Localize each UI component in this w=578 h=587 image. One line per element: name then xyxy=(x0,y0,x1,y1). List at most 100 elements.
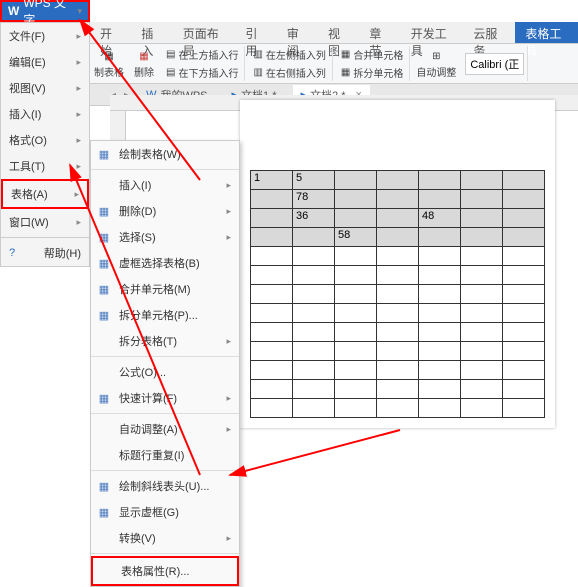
tab-view[interactable]: 视图 xyxy=(318,22,359,43)
table-cell[interactable] xyxy=(251,304,293,323)
tab-cloud[interactable]: 云服务 xyxy=(463,22,515,43)
table-cell[interactable] xyxy=(335,399,377,418)
table-cell[interactable] xyxy=(251,209,293,228)
tab-section[interactable]: 章节 xyxy=(359,22,400,43)
table-cell[interactable] xyxy=(503,190,545,209)
table-cell[interactable] xyxy=(293,342,335,361)
table-cell[interactable] xyxy=(251,228,293,247)
table-cell[interactable] xyxy=(419,266,461,285)
table-cell[interactable] xyxy=(335,209,377,228)
table-cell[interactable] xyxy=(419,228,461,247)
table-cell[interactable] xyxy=(293,323,335,342)
table-cell[interactable] xyxy=(461,323,503,342)
table-cell[interactable] xyxy=(335,380,377,399)
table-cell[interactable] xyxy=(461,228,503,247)
table-cell[interactable] xyxy=(251,266,293,285)
submenu-item[interactable]: ▦选择(S)▸ xyxy=(91,224,239,250)
submenu-item[interactable]: 表格属性(R)... xyxy=(91,556,239,586)
submenu-item[interactable]: 自动调整(A)▸ xyxy=(91,416,239,442)
submenu-item[interactable]: 拆分表格(T)▸ xyxy=(91,328,239,354)
menu-item[interactable]: 表格(A)▸ xyxy=(1,179,89,209)
table-cell[interactable] xyxy=(251,399,293,418)
submenu-item[interactable]: 插入(I)▸ xyxy=(91,172,239,198)
split-cells-button[interactable]: ▦拆分单元格 xyxy=(338,64,406,81)
submenu-item[interactable]: 公式(O)... xyxy=(91,359,239,385)
table-cell[interactable] xyxy=(503,304,545,323)
menu-item[interactable]: ?帮助(H) xyxy=(1,240,89,266)
menu-item[interactable]: 格式(O)▸ xyxy=(1,127,89,153)
table-cell[interactable]: 36 xyxy=(293,209,335,228)
table-cell[interactable] xyxy=(461,342,503,361)
table-cell[interactable] xyxy=(377,247,419,266)
table-cell[interactable] xyxy=(377,285,419,304)
table-cell[interactable] xyxy=(503,209,545,228)
table-cell[interactable] xyxy=(419,380,461,399)
document-table[interactable]: 15 78 3648 58 xyxy=(250,170,545,418)
table-cell[interactable] xyxy=(293,361,335,380)
table-cell[interactable] xyxy=(251,361,293,380)
table-cell[interactable] xyxy=(251,190,293,209)
table-cell[interactable] xyxy=(419,190,461,209)
table-cell[interactable] xyxy=(377,171,419,190)
submenu-item[interactable]: ▦显示虚框(G) xyxy=(91,499,239,525)
table-cell[interactable] xyxy=(251,342,293,361)
table-cell[interactable] xyxy=(377,209,419,228)
merge-cells-button[interactable]: ▦合并单元格 xyxy=(338,46,406,63)
menu-item[interactable]: 编辑(E)▸ xyxy=(1,49,89,75)
insert-col-right[interactable]: ▥在右侧插入列 xyxy=(250,64,328,81)
table-cell[interactable] xyxy=(461,380,503,399)
table-cell[interactable] xyxy=(503,361,545,380)
dropdown-icon[interactable]: ▾ xyxy=(77,6,82,17)
table-cell[interactable] xyxy=(461,171,503,190)
table-cell[interactable] xyxy=(377,304,419,323)
table-cell[interactable] xyxy=(503,380,545,399)
table-cell[interactable] xyxy=(419,323,461,342)
table-cell[interactable] xyxy=(335,361,377,380)
insert-col-left[interactable]: ▥在左侧插入列 xyxy=(250,46,328,63)
table-cell[interactable] xyxy=(251,380,293,399)
table-cell[interactable] xyxy=(377,380,419,399)
table-cell[interactable] xyxy=(503,323,545,342)
table-cell[interactable] xyxy=(377,228,419,247)
table-cell[interactable] xyxy=(503,247,545,266)
table-cell[interactable] xyxy=(461,304,503,323)
table-cell[interactable] xyxy=(293,285,335,304)
table-cell[interactable] xyxy=(293,247,335,266)
tab-dev[interactable]: 开发工具 xyxy=(401,22,464,43)
table-cell[interactable] xyxy=(377,190,419,209)
table-cell[interactable] xyxy=(335,285,377,304)
submenu-item[interactable]: ▦绘制表格(W) xyxy=(91,141,239,167)
table-cell[interactable] xyxy=(503,171,545,190)
table-cell[interactable] xyxy=(503,266,545,285)
table-cell[interactable] xyxy=(461,190,503,209)
table-cell[interactable]: 5 xyxy=(293,171,335,190)
tab-layout[interactable]: 页面布局 xyxy=(173,22,236,43)
table-cell[interactable] xyxy=(251,285,293,304)
submenu-item[interactable]: ▦绘制斜线表头(U)... xyxy=(91,473,239,499)
submenu-item[interactable]: 转换(V)▸ xyxy=(91,525,239,551)
table-cell[interactable] xyxy=(419,247,461,266)
menu-item[interactable]: 视图(V)▸ xyxy=(1,75,89,101)
table-cell[interactable] xyxy=(419,361,461,380)
submenu-item[interactable]: ▦删除(D)▸ xyxy=(91,198,239,224)
insert-row-above[interactable]: ▤在上方插入行 xyxy=(163,46,241,63)
table-cell[interactable] xyxy=(503,399,545,418)
table-cell[interactable] xyxy=(335,247,377,266)
font-selector[interactable]: Calibri (正 xyxy=(465,53,524,75)
menu-item[interactable]: 插入(I)▸ xyxy=(1,101,89,127)
table-cell[interactable]: 78 xyxy=(293,190,335,209)
table-cell[interactable] xyxy=(377,361,419,380)
insert-row-below[interactable]: ▤在下方插入行 xyxy=(163,64,241,81)
auto-adjust-button[interactable]: ⊞ 自动调整 xyxy=(412,46,460,81)
table-cell[interactable] xyxy=(377,323,419,342)
tab-start[interactable]: 开始 xyxy=(90,22,131,43)
table-cell[interactable] xyxy=(377,342,419,361)
table-cell[interactable]: 58 xyxy=(335,228,377,247)
table-cell[interactable] xyxy=(293,228,335,247)
table-cell[interactable] xyxy=(377,266,419,285)
table-cell[interactable] xyxy=(335,323,377,342)
tab-table-tools[interactable]: 表格工具 xyxy=(515,22,578,43)
table-cell[interactable] xyxy=(293,399,335,418)
draw-table-button[interactable]: ▦ 制表格 xyxy=(90,46,128,81)
table-cell[interactable] xyxy=(461,285,503,304)
